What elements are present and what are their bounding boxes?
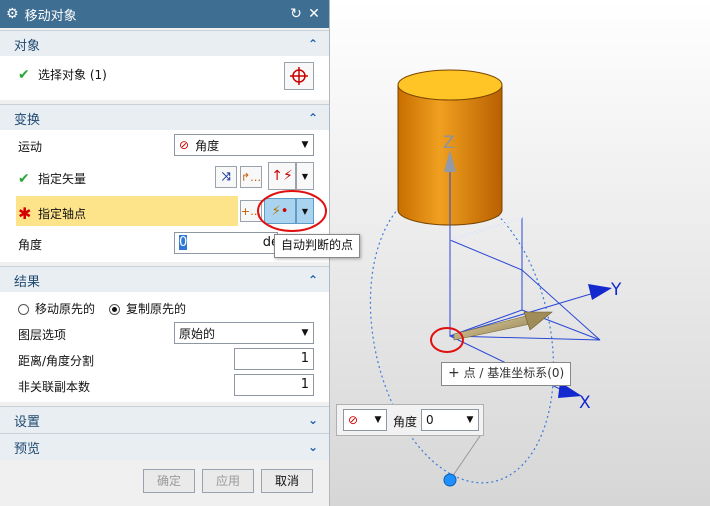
- mini-angle-input[interactable]: 0 ▼: [421, 409, 479, 431]
- ok-button[interactable]: 确定: [143, 469, 195, 493]
- section-settings-title: 设置: [14, 414, 41, 430]
- dialog-title: 移动对象: [24, 8, 77, 24]
- radio-copy-label: 复制原先的: [126, 302, 187, 316]
- vector-dialog-icon: ↱…: [240, 170, 262, 184]
- reverse-direction-icon: ⤨: [221, 170, 231, 183]
- section-result-body: 移动原先的 复制原先的 图层选项 原始的 ▼ 距离/角度分割 1 非关联副本数 …: [0, 292, 329, 402]
- reset-icon[interactable]: ↻: [287, 6, 305, 22]
- required-star-icon: ✱: [18, 204, 32, 223]
- handle-line: [449, 435, 481, 481]
- radio-move-label: 移动原先的: [35, 302, 96, 316]
- section-object-title: 对象: [14, 38, 41, 54]
- chevron-down-icon: ⌄: [307, 440, 319, 454]
- point-cross-icon: +: [448, 365, 460, 381]
- radio-copy-circle[interactable]: [109, 304, 121, 315]
- select-object-label: 选择对象 (1): [38, 68, 107, 82]
- select-object-button[interactable]: [284, 62, 314, 90]
- vector-shaft: [453, 315, 531, 341]
- gear-icon: ⚙: [6, 6, 19, 22]
- chevron-down-icon: ⌄: [307, 413, 319, 427]
- datum-plane-1: [449, 217, 523, 337]
- motion-label: 运动: [18, 140, 43, 154]
- cancel-button[interactable]: 取消: [261, 469, 313, 493]
- layer-value: 原始的: [179, 326, 216, 341]
- highlight-circle: [257, 190, 327, 232]
- apply-button[interactable]: 应用: [202, 469, 254, 493]
- motion-value: 角度: [195, 138, 220, 153]
- section-preview-title: 预览: [14, 441, 41, 457]
- angle-motion-icon: ⊘: [348, 413, 359, 427]
- chevron-up-icon: ⌃: [307, 111, 319, 125]
- reverse-direction-button[interactable]: ⤨: [215, 166, 237, 188]
- chevron-down-icon: ▼: [301, 140, 309, 150]
- cylinder-top[interactable]: [397, 69, 503, 101]
- section-object-header[interactable]: 对象 ⌃: [0, 30, 329, 57]
- motion-select[interactable]: ⊘ 角度 ▼: [174, 134, 314, 156]
- chevron-up-icon: ⌃: [307, 37, 319, 51]
- rotation-handle[interactable]: [443, 473, 457, 487]
- radio-move[interactable]: 移动原先的: [18, 300, 95, 317]
- layer-select[interactable]: 原始的 ▼: [174, 322, 314, 344]
- angle-input[interactable]: 0 de: [174, 232, 279, 254]
- section-object-body: ✔ 选择对象 (1): [0, 56, 329, 100]
- select-object-row: ✔ 选择对象 (1): [18, 66, 329, 83]
- chevron-down-icon: ▼: [374, 415, 382, 425]
- chevron-down-icon: ▼: [301, 171, 309, 181]
- section-preview-header[interactable]: 预览 ⌄: [0, 433, 329, 460]
- mini-angle-label: 角度: [393, 415, 418, 429]
- layer-label: 图层选项: [18, 328, 67, 342]
- chevron-up-icon: ⌃: [307, 273, 319, 287]
- copies-input[interactable]: 1: [234, 374, 314, 396]
- distance-input[interactable]: 1: [234, 348, 314, 370]
- section-result-title: 结果: [14, 274, 41, 290]
- axis-y-label: Y: [610, 280, 622, 300]
- point-filter-tooltip: + 点 / 基准坐标系(0): [441, 362, 572, 386]
- vector-options-dropdown[interactable]: ▼: [296, 162, 314, 190]
- section-settings-header[interactable]: 设置 ⌄: [0, 406, 329, 433]
- crosshair-icon: [290, 67, 308, 85]
- check-icon: ✔: [18, 170, 30, 187]
- mini-angle-value: 0: [426, 413, 434, 427]
- check-icon: ✔: [18, 66, 30, 83]
- vector-dialog-button[interactable]: ↱…: [240, 166, 262, 188]
- y-axis-arrow: [588, 284, 612, 300]
- angle-label: 角度: [18, 238, 43, 252]
- angle-value: 0: [179, 235, 188, 250]
- dialog-titlebar: ⚙ 移动对象 ↻ ✕: [0, 0, 329, 28]
- axis-z-label: Z: [443, 133, 455, 153]
- axis-x-label: X: [579, 393, 591, 413]
- inferred-vector-button[interactable]: ↑⚡: [268, 162, 296, 190]
- distance-label: 距离/角度分割: [18, 354, 95, 368]
- pivot-label: 指定轴点: [38, 207, 87, 221]
- copies-label: 非关联副本数: [18, 380, 91, 394]
- mini-toolbar: ⊘ ▼ 角度 0 ▼: [336, 404, 484, 436]
- section-transform-header[interactable]: 变换 ⌃: [0, 104, 329, 131]
- angle-motion-icon: ⊘: [179, 138, 190, 152]
- section-result-header[interactable]: 结果 ⌃: [0, 266, 329, 293]
- mini-motion-select[interactable]: ⊘ ▼: [343, 409, 387, 431]
- section-transform-title: 变换: [14, 112, 41, 128]
- inferred-vector-icon: ↑⚡: [271, 168, 293, 184]
- chevron-down-icon: ▼: [466, 415, 474, 425]
- result-radio-row: 移动原先的 复制原先的: [18, 300, 329, 317]
- chevron-down-icon: ▼: [301, 328, 309, 338]
- vector-head: [523, 311, 553, 331]
- radio-move-circle[interactable]: [18, 304, 29, 315]
- vector-label: 指定矢量: [38, 172, 87, 186]
- close-icon[interactable]: ✕: [305, 6, 323, 22]
- point-filter-text: 点 / 基准坐标系(0): [463, 366, 565, 380]
- radio-copy[interactable]: 复制原先的: [109, 300, 186, 317]
